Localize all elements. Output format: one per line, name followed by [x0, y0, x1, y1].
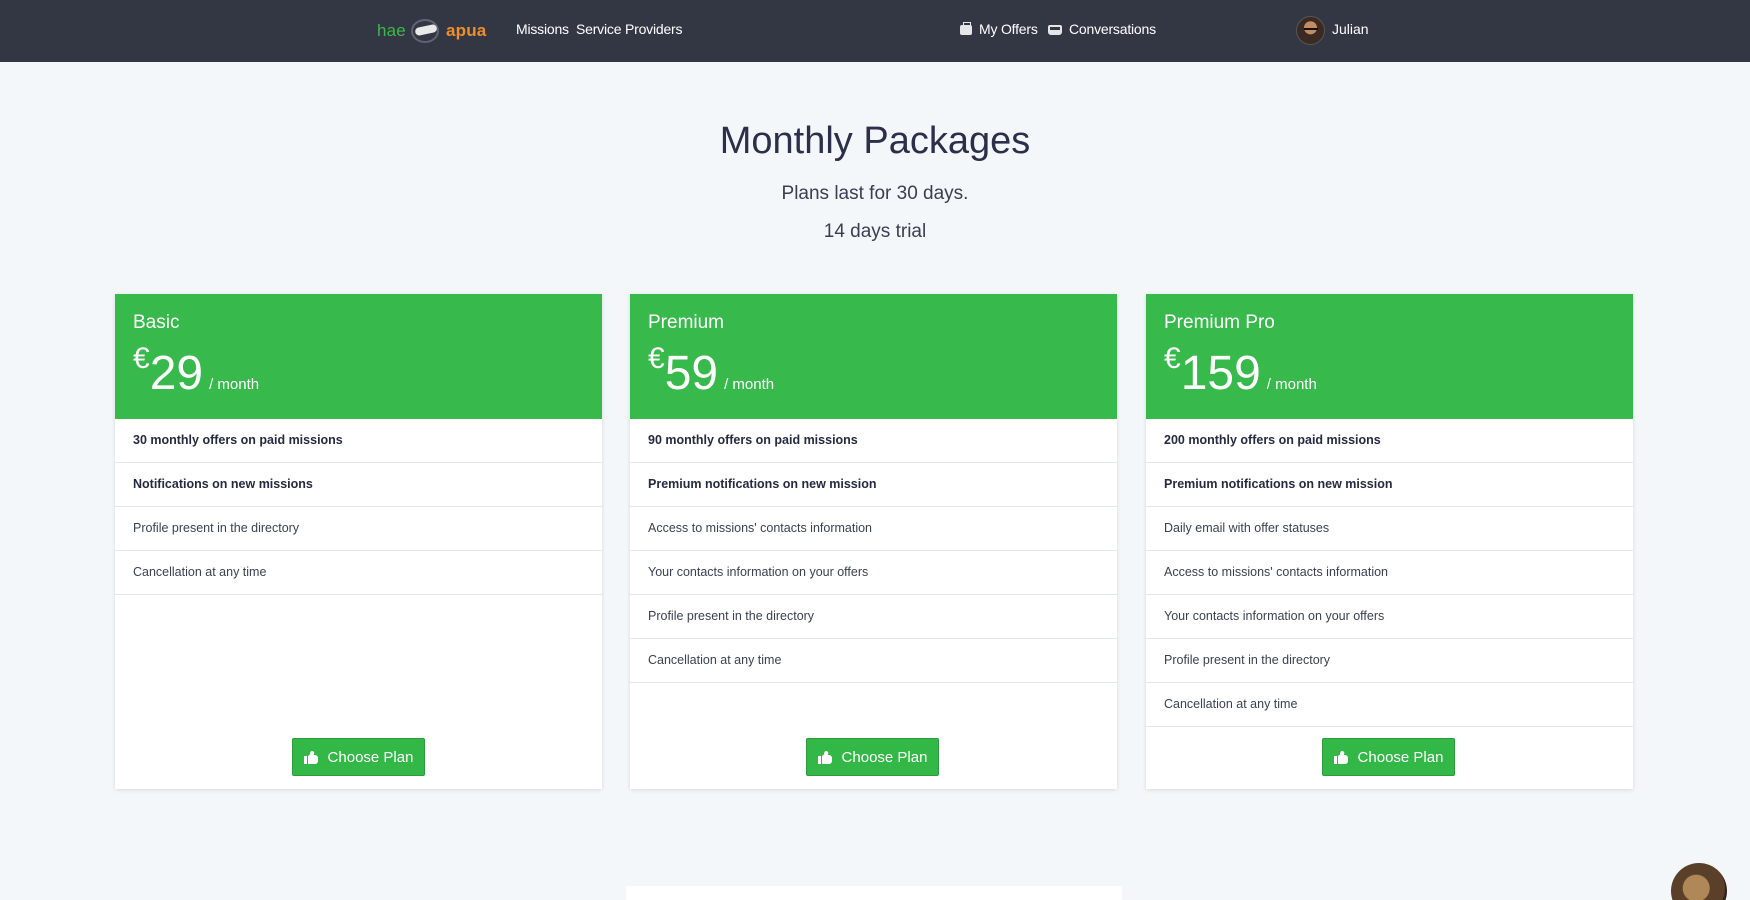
plan-card-premium-pro: Premium Pro €159 / month 200 monthly offe… [1146, 294, 1633, 789]
price-period: / month [209, 376, 260, 393]
top-navbar: hae apua Missions Service Providers My O… [0, 0, 1750, 62]
page-title: Monthly Packages [719, 120, 1031, 162]
plan-name: Premium [648, 312, 725, 333]
button-label: Choose Plan [841, 748, 928, 766]
logo-text-apua: apua [445, 21, 487, 40]
support-chat-avatar[interactable] [1671, 863, 1727, 900]
haeapua-logo[interactable]: hae apua [377, 18, 486, 44]
price-period: / month [1266, 376, 1317, 393]
my-offers-label: My Offers [979, 21, 1038, 37]
feature-item: Your contacts information on your offers [630, 551, 1117, 595]
bottom-content-panel [626, 886, 1122, 900]
currency-symbol: € [133, 342, 150, 375]
feature-item: Premium notifications on new mission [630, 463, 1117, 507]
inbox-icon [1048, 25, 1062, 35]
feature-item: Profile present in the directory [630, 595, 1117, 639]
plan-price: €59 / month [648, 342, 775, 401]
feature-list: 30 monthly offers on paid missions Notif… [115, 419, 602, 595]
price-amount: 159 [1180, 347, 1261, 400]
price-amount: 59 [664, 347, 719, 400]
feature-item: Access to missions' contacts information [1146, 551, 1633, 595]
button-label: Choose Plan [327, 748, 414, 766]
plan-price: €29 / month [133, 342, 260, 401]
trial-text: 14 days trial [823, 221, 927, 242]
feature-list: 90 monthly offers on paid missions Premi… [630, 419, 1117, 683]
price-amount: 29 [149, 347, 204, 400]
thumbs-up-icon [303, 750, 318, 764]
logo-text-hae: hae [377, 21, 406, 40]
feature-item: Daily email with offer statuses [1146, 507, 1633, 551]
nav-link-service-providers[interactable]: Service Providers [576, 21, 683, 37]
plan-card-basic: Basic €29 / month 30 monthly offers on pa… [115, 294, 602, 789]
feature-item: Your contacts information on your offers [1146, 595, 1633, 639]
user-menu-name[interactable]: Julian [1332, 21, 1369, 37]
feature-item: Profile present in the directory [115, 507, 602, 551]
feature-item: Cancellation at any time [1146, 683, 1633, 727]
plan-price: €159 / month [1164, 342, 1317, 401]
nav-link-conversations[interactable]: Conversations [1048, 21, 1156, 37]
plan-card-premium: Premium €59 / month 90 monthly offers on … [630, 294, 1117, 789]
feature-item: Profile present in the directory [1146, 639, 1633, 683]
feature-item: Premium notifications on new mission [1146, 463, 1633, 507]
conversations-label: Conversations [1069, 21, 1156, 37]
feature-item: Notifications on new missions [115, 463, 602, 507]
choose-plan-button-premium[interactable]: Choose Plan [806, 738, 939, 776]
currency-symbol: € [648, 342, 665, 375]
choose-plan-button-basic[interactable]: Choose Plan [292, 738, 425, 776]
briefcase-icon [960, 22, 972, 35]
feature-item: Access to missions' contacts information [630, 507, 1117, 551]
button-label: Choose Plan [1357, 748, 1444, 766]
nav-link-missions[interactable]: Missions [516, 21, 569, 37]
choose-plan-button-premium-pro[interactable]: Choose Plan [1322, 738, 1455, 776]
price-period: / month [724, 376, 775, 393]
feature-item: Cancellation at any time [630, 639, 1117, 683]
feature-list: 200 monthly offers on paid missions Prem… [1146, 419, 1633, 727]
handshake-logo-icon [408, 18, 444, 44]
plan-name: Premium Pro [1164, 312, 1275, 333]
plan-header: Basic €29 / month [115, 294, 602, 419]
user-avatar[interactable] [1296, 16, 1325, 45]
thumbs-up-icon [1333, 750, 1348, 764]
plans-duration-text: Plans last for 30 days. [781, 183, 969, 204]
thumbs-up-icon [817, 750, 832, 764]
plan-name: Basic [133, 312, 180, 333]
nav-link-my-offers[interactable]: My Offers [960, 21, 1038, 37]
plan-header: Premium Pro €159 / month [1146, 294, 1633, 419]
feature-item: Cancellation at any time [115, 551, 602, 595]
feature-item: 30 monthly offers on paid missions [115, 419, 602, 463]
feature-item: 200 monthly offers on paid missions [1146, 419, 1633, 463]
plan-header: Premium €59 / month [630, 294, 1117, 419]
currency-symbol: € [1164, 342, 1181, 375]
feature-item: 90 monthly offers on paid missions [630, 419, 1117, 463]
